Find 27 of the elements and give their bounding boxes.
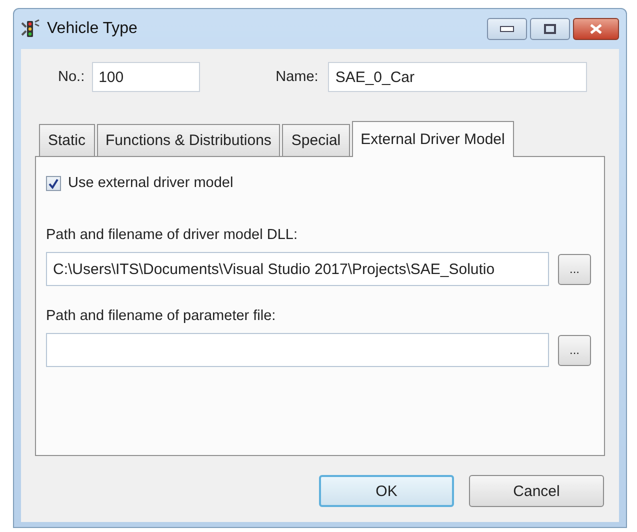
minimize-icon — [500, 26, 514, 32]
close-icon — [590, 24, 602, 34]
field-label: Path and filename of driver model DLL: — [46, 227, 298, 243]
checkbox-label: Use external driver model — [68, 175, 234, 191]
tab[interactable]: Special — [282, 124, 350, 156]
maximize-icon — [544, 24, 556, 34]
ok-button[interactable]: OK — [319, 475, 454, 507]
text-field[interactable]: SAE_0_Car — [328, 62, 588, 92]
field-label: Path and filename of parameter file: — [46, 308, 277, 324]
field-label: Name: — [276, 69, 318, 85]
tab[interactable]: Static — [39, 124, 95, 156]
checkbox[interactable] — [46, 176, 61, 190]
browse-button[interactable]: ... — [558, 334, 591, 366]
tab[interactable]: Functions & Distributions — [96, 124, 280, 156]
path-field[interactable]: C:\Users\ITS\Documents\Visual Studio 2017\Projects\SAE_Solutio — [46, 252, 549, 286]
cancel-button[interactable]: Cancel — [469, 475, 604, 507]
browse-button[interactable]: ... — [558, 254, 591, 284]
field-label: No.: — [58, 69, 85, 85]
minimize-button[interactable] — [487, 18, 527, 40]
close-button[interactable] — [573, 18, 619, 40]
maximize-button[interactable] — [530, 18, 570, 40]
traffic-light-icon — [21, 19, 41, 39]
text-field[interactable]: 100 — [92, 62, 200, 92]
path-field[interactable] — [46, 333, 549, 367]
window-title: Vehicle Type — [47, 20, 138, 38]
check-icon — [48, 178, 59, 188]
tab[interactable]: External Driver Model — [352, 121, 514, 157]
